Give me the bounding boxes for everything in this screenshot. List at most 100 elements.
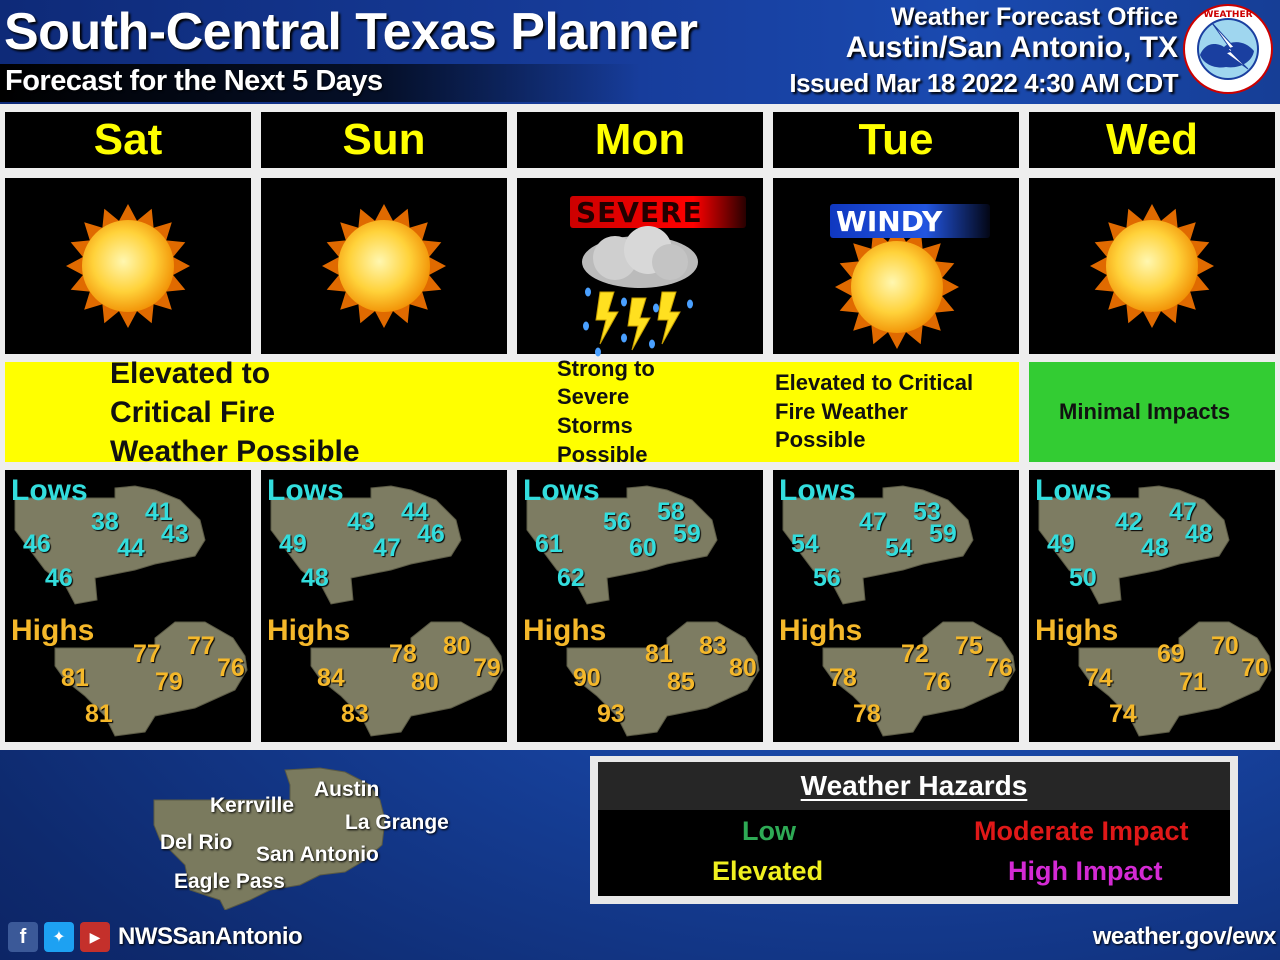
temps-box-tue: Lows Highs 47 53 54 54 59 56 72 75 78 76 76 78 [773,470,1019,742]
hazard-bar: Elevated to Critical Fire Weather Possib… [5,357,507,468]
low-temp: 38 [91,508,119,536]
day-header-wed: Wed [1029,112,1275,168]
low-temp: 49 [279,530,307,558]
high-temp: 90 [573,664,601,692]
low-temp: 47 [859,508,887,536]
hazard-text: Elevated to Critical Fire Weather Possib… [775,370,974,453]
hazard-bar: Strong to Severe Storms Possible [507,356,763,467]
twitter-icon[interactable]: ✦ [44,922,74,952]
low-temp: 46 [23,530,51,558]
sunny-icon [322,204,446,328]
low-temp: 46 [45,564,73,592]
low-temp: 43 [161,520,189,548]
hazard-text: Strong to Severe Storms Possible [557,355,655,467]
social-handle[interactable]: NWSSanAntonio [118,923,303,951]
temps-box-sun: Lows Highs 43 44 49 47 46 48 78 80 84 80 79 83 [261,470,507,742]
page-subtitle: Forecast for the Next 5 Days [5,65,383,97]
day-header-tue: Tue [773,112,1019,168]
high-temp: 76 [217,654,245,682]
low-temp: 60 [629,534,657,562]
windy-tag: WINDY [830,204,990,238]
low-temp: 48 [301,564,329,592]
city-label: San Antonio [256,843,379,866]
county-map [526,485,760,737]
lows-label: Lows [267,474,344,507]
low-temp: 47 [373,534,401,562]
high-temp: 84 [317,664,345,692]
city-label: Eagle Pass [174,870,285,893]
high-temp: 79 [155,668,183,696]
day-header-sat: Sat [5,112,251,168]
high-temp: 81 [61,664,89,692]
day-header-mon: Mon [517,112,763,168]
day-icon-box [1029,178,1275,354]
high-temp: 70 [1211,632,1239,660]
lows-label: Lows [11,474,88,507]
city-label: Austin [314,778,380,801]
nws-logo-icon: WEATHER [1183,4,1273,94]
high-temp: 70 [1241,654,1269,682]
hazard-legend: Weather Hazards Low Moderate Impact Elev… [590,756,1238,904]
low-temp: 48 [1185,520,1213,548]
lows-label: Lows [1035,474,1112,507]
county-map [782,485,1016,737]
high-temp: 83 [341,700,369,728]
county-map [270,485,504,737]
temps-box-mon: Lows Highs 56 58 61 60 59 62 81 83 90 85 80 93 [517,470,763,742]
high-temp: 80 [729,654,757,682]
day-header-sun: Sun [261,112,507,168]
svg-text:WEATHER: WEATHER [1203,10,1252,20]
sunny-icon [1090,204,1214,328]
office-name: Weather Forecast Office [890,3,1178,31]
high-temp: 78 [829,664,857,692]
high-temp: 77 [187,632,215,660]
low-temp: 42 [1115,508,1143,536]
hazard-bar: Minimal Impacts [1029,362,1275,462]
high-temp: 72 [901,640,929,668]
high-temp: 76 [985,654,1013,682]
high-temp: 78 [853,700,881,728]
high-temp: 81 [85,700,113,728]
low-temp: 59 [673,520,701,548]
low-temp: 54 [791,530,819,558]
high-temp: 74 [1085,664,1113,692]
highs-label: Highs [779,614,863,647]
day-icon-box [261,178,507,354]
high-temp: 78 [389,640,417,668]
high-temp: 83 [699,632,727,660]
high-temp: 85 [667,668,695,696]
high-temp: 74 [1109,700,1137,728]
lows-label: Lows [523,474,600,507]
facebook-icon[interactable]: f [8,922,38,952]
low-temp: 56 [603,508,631,536]
lows-label: Lows [779,474,856,507]
low-temp: 54 [885,534,913,562]
youtube-icon[interactable]: ▶ [80,922,110,952]
hazard-text: Minimal Impacts [1059,398,1231,424]
severe-thunderstorm-icon [582,226,698,357]
website-link[interactable]: weather.gov/ewx [1093,923,1277,951]
county-map [14,485,248,737]
highs-label: Highs [267,614,351,647]
city-label: Del Rio [160,831,233,854]
low-temp: 44 [117,534,145,562]
page-title: South-Central Texas Planner [4,3,698,61]
high-temp: 80 [443,632,471,660]
low-temp: 48 [1141,534,1169,562]
low-temp: 61 [535,530,563,558]
low-temp: 49 [1047,530,1075,558]
social-links: f ✦ ▶ NWSSanAntonio [8,922,303,952]
legend-item-low: Low [742,816,796,846]
legend-title: Weather Hazards [800,770,1028,801]
low-temp: 62 [557,564,585,592]
hazard-bar: Elevated to Critical Fire Weather Possib… [763,362,1019,462]
low-temp: 50 [1069,564,1097,592]
high-temp: 93 [597,700,625,728]
high-temp: 80 [411,668,439,696]
highs-label: Highs [11,614,95,647]
day-icon-box [5,178,251,354]
legend-item-elevated: Elevated [712,856,824,886]
legend-item-high: High Impact [1008,856,1163,886]
high-temp: 77 [133,640,161,668]
low-temp: 43 [347,508,375,536]
